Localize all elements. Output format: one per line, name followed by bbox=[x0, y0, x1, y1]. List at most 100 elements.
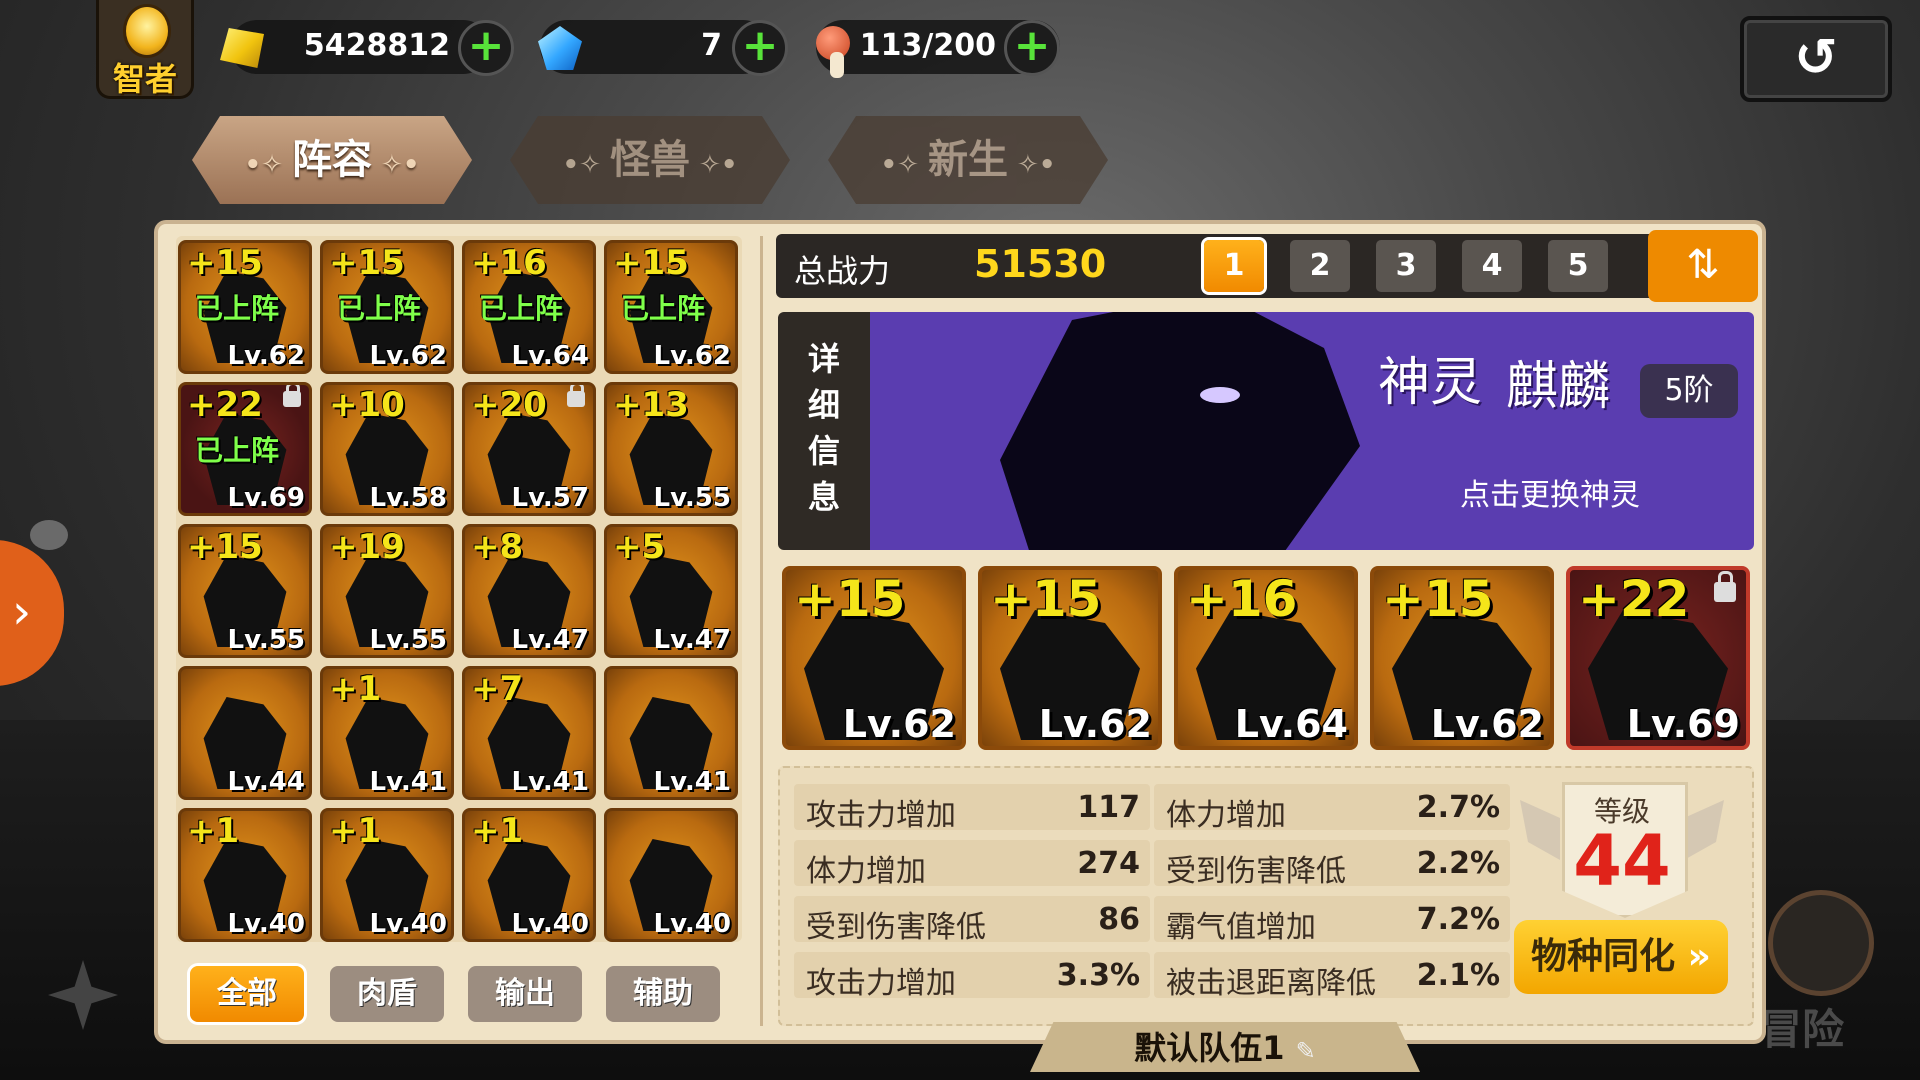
back-button[interactable]: ↺ bbox=[1740, 16, 1892, 102]
filter-support-button[interactable]: 辅助 bbox=[606, 966, 720, 1022]
team-tab-4[interactable]: 4 bbox=[1462, 240, 1522, 292]
card-level: Lv.40 bbox=[653, 909, 731, 939]
team-plus-level: +22 bbox=[1578, 570, 1690, 628]
card-deployed-status: 已上阵 bbox=[195, 434, 280, 467]
team-tab-5[interactable]: 5 bbox=[1548, 240, 1608, 292]
team-slot-4[interactable]: +15 Lv.62 bbox=[1370, 566, 1554, 750]
roster-card[interactable]: +15 Lv.55 bbox=[178, 524, 312, 658]
team-plus-level: +15 bbox=[794, 570, 906, 628]
card-plus-level: +15 bbox=[187, 243, 263, 283]
roster-card[interactable]: Lv.40 bbox=[604, 808, 738, 942]
roster-card[interactable]: +22 已上阵 Lv.69 bbox=[178, 382, 312, 516]
tab-monsters[interactable]: •✧ 怪兽 ✧• bbox=[510, 116, 790, 204]
edit-pencil-icon[interactable]: ✎ bbox=[1296, 1037, 1316, 1065]
stat-name: 被击退距离降低 bbox=[1166, 966, 1376, 1001]
card-plus-level: +1 bbox=[329, 811, 382, 851]
stat-name: 受到伤害降低 bbox=[1166, 854, 1346, 889]
god-tier-badge: 5阶 bbox=[1640, 364, 1738, 418]
detail-char: 信 bbox=[807, 432, 840, 470]
card-plus-level: +16 bbox=[471, 243, 547, 283]
species-assimilate-button[interactable]: 物种同化 » bbox=[1514, 920, 1728, 994]
tab-rebirth-label: 新生 bbox=[928, 137, 1008, 183]
filter-damage-button[interactable]: 输出 bbox=[468, 966, 582, 1022]
card-level: Lv.55 bbox=[369, 625, 447, 655]
stat-name: 受到伤害降低 bbox=[806, 910, 986, 945]
roster-card[interactable]: +1 Lv.40 bbox=[462, 808, 596, 942]
card-level: Lv.40 bbox=[369, 909, 447, 939]
team-tab-2[interactable]: 2 bbox=[1290, 240, 1350, 292]
card-level: Lv.47 bbox=[511, 625, 589, 655]
god-name: 麒麟 bbox=[1506, 357, 1611, 417]
detail-info-tab[interactable]: 详 细 信 息 bbox=[778, 312, 870, 550]
gem-amount: 7 bbox=[701, 28, 722, 63]
roster-card[interactable]: +8 Lv.47 bbox=[462, 524, 596, 658]
god-change-hint[interactable]: 点击更换神灵 bbox=[1460, 470, 1640, 514]
add-gem-button[interactable]: + bbox=[732, 20, 788, 76]
team-level: Lv.64 bbox=[1234, 702, 1348, 746]
add-stamina-button[interactable]: + bbox=[1004, 20, 1060, 76]
add-gold-button[interactable]: + bbox=[458, 20, 514, 76]
card-plus-level: +15 bbox=[613, 243, 689, 283]
back-arrow-icon: ↺ bbox=[1794, 28, 1838, 88]
god-banner[interactable] bbox=[870, 312, 1754, 550]
tab-rebirth[interactable]: •✧ 新生 ✧• bbox=[828, 116, 1108, 204]
stat-value: 86 bbox=[1098, 902, 1140, 937]
meat-bone-icon bbox=[830, 52, 844, 78]
filter-all-button[interactable]: 全部 bbox=[190, 966, 304, 1022]
card-plus-level: +19 bbox=[329, 527, 405, 567]
stat-value: 117 bbox=[1077, 790, 1140, 825]
team-tab-3[interactable]: 3 bbox=[1376, 240, 1436, 292]
card-plus-level: +1 bbox=[471, 811, 524, 851]
card-level: Lv.69 bbox=[227, 483, 305, 513]
card-plus-level: +15 bbox=[329, 243, 405, 283]
roster-card[interactable]: +20 Lv.57 bbox=[462, 382, 596, 516]
adventure-label[interactable]: 冒险 bbox=[1760, 996, 1844, 1057]
god-prefix: 神灵 bbox=[1378, 353, 1483, 413]
team-tab-1[interactable]: 1 bbox=[1204, 240, 1264, 292]
player-title-badge[interactable]: 智者 bbox=[96, 0, 194, 99]
roster-card[interactable]: +5 Lv.47 bbox=[604, 524, 738, 658]
compass-icon[interactable] bbox=[1768, 890, 1874, 996]
roster-card[interactable]: +1 Lv.41 bbox=[320, 666, 454, 800]
stat-value: 2.1% bbox=[1416, 958, 1500, 993]
stat-name: 霸气值增加 bbox=[1166, 910, 1316, 945]
roster-card[interactable]: Lv.44 bbox=[178, 666, 312, 800]
team-slot-3[interactable]: +16 Lv.64 bbox=[1174, 566, 1358, 750]
tab-lineup[interactable]: •✧ 阵容 ✧• bbox=[192, 116, 472, 204]
tab-lineup-label: 阵容 bbox=[292, 137, 372, 183]
roster-card[interactable]: +16 已上阵 Lv.64 bbox=[462, 240, 596, 374]
roster-card[interactable]: +1 Lv.40 bbox=[320, 808, 454, 942]
card-level: Lv.62 bbox=[227, 341, 305, 371]
chat-icon[interactable] bbox=[30, 520, 68, 550]
roster-card[interactable]: +7 Lv.41 bbox=[462, 666, 596, 800]
roster-card[interactable]: +15 已上阵 Lv.62 bbox=[604, 240, 738, 374]
card-plus-level: +7 bbox=[471, 669, 524, 709]
roster-card[interactable]: +19 Lv.55 bbox=[320, 524, 454, 658]
panel-divider bbox=[760, 236, 763, 1026]
double-chevron-icon: » bbox=[1687, 936, 1711, 977]
card-level: Lv.44 bbox=[227, 767, 305, 797]
team-slot-5[interactable]: +22 Lv.69 bbox=[1566, 566, 1750, 750]
switch-formation-button[interactable]: ⇅ bbox=[1648, 230, 1758, 302]
roster-card[interactable]: +15 已上阵 Lv.62 bbox=[320, 240, 454, 374]
card-level: Lv.64 bbox=[511, 341, 589, 371]
roster-card[interactable]: +13 Lv.55 bbox=[604, 382, 738, 516]
lock-icon bbox=[283, 385, 301, 407]
team-level: Lv.62 bbox=[1038, 702, 1152, 746]
stat-value: 3.3% bbox=[1056, 958, 1140, 993]
team-level: Lv.62 bbox=[842, 702, 956, 746]
card-plus-level: +1 bbox=[329, 669, 382, 709]
roster-card[interactable]: +1 Lv.40 bbox=[178, 808, 312, 942]
roster-card[interactable]: Lv.41 bbox=[604, 666, 738, 800]
card-deployed-status: 已上阵 bbox=[479, 292, 564, 325]
filter-tank-button[interactable]: 肉盾 bbox=[330, 966, 444, 1022]
species-button-label: 物种同化 bbox=[1531, 936, 1676, 977]
team-slot-1[interactable]: +15 Lv.62 bbox=[782, 566, 966, 750]
roster-card[interactable]: +10 Lv.58 bbox=[320, 382, 454, 516]
team-plus-level: +15 bbox=[990, 570, 1102, 628]
team-slot-2[interactable]: +15 Lv.62 bbox=[978, 566, 1162, 750]
team-name-label[interactable]: 默认队伍1 ✎ bbox=[1030, 1022, 1420, 1072]
roster-card[interactable]: +15 已上阵 Lv.62 bbox=[178, 240, 312, 374]
tab-deco-icon: ✧• bbox=[372, 150, 420, 180]
card-plus-level: +10 bbox=[329, 385, 405, 425]
